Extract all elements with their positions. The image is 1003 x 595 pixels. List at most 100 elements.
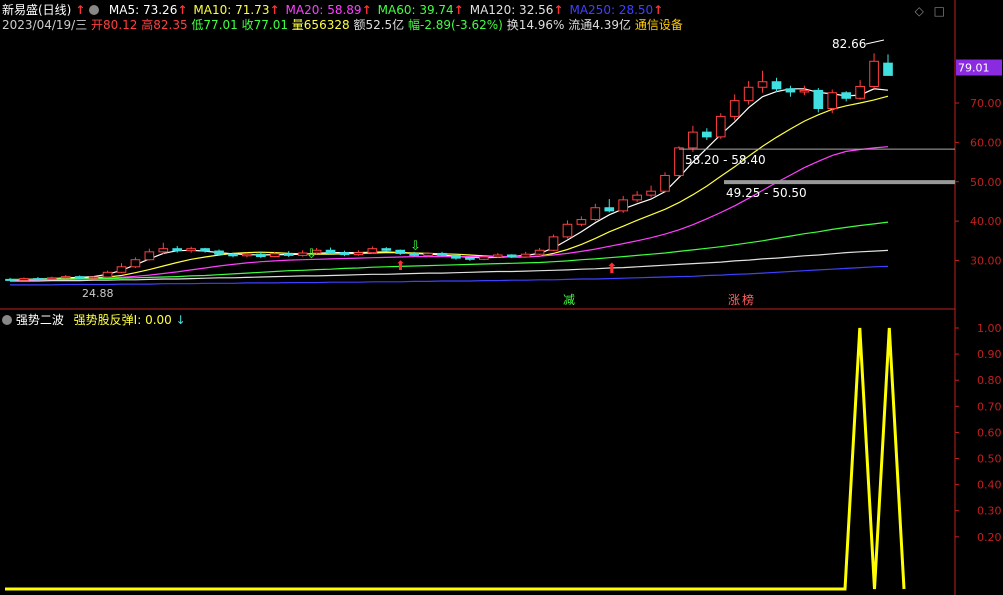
candle-body [576, 219, 587, 225]
diamond-icon[interactable]: ◇ [915, 4, 924, 18]
candle-body [256, 253, 266, 258]
candle-body [367, 248, 378, 254]
candle-body [841, 92, 852, 99]
axis-labels: 30.00 40.00 50.00 60.00 70.00 79.01 0.20 0.30 0.… [955, 59, 1002, 544]
high-price: 高82.35 [141, 18, 188, 32]
ma-up-arrow-icon: ↑ [653, 3, 664, 17]
indicator-header: 强势二波 强势股反弹I: 0.00 ↓ [2, 312, 186, 328]
ma-legend-3: MA60: 39.74 [377, 3, 454, 17]
ma-legend-4: MA120: 32.56 [469, 3, 554, 17]
candle-body [200, 248, 210, 252]
candle-body [883, 62, 893, 76]
ma-legend-0: MA5: 73.26 [108, 3, 178, 17]
info-row: 2023/04/19/三 开80.12 高82.35 低77.01 收77.01… [2, 17, 683, 33]
high-label: 82.66 [832, 37, 866, 51]
indicator-value: 强势股反弹I: 0.00 [73, 313, 172, 327]
candle-body [715, 115, 726, 138]
price-tick-label: 30.00 [970, 255, 1002, 268]
candle-body [813, 89, 824, 110]
indicator-settings-icon[interactable] [2, 315, 12, 325]
high-pointer [865, 39, 885, 45]
candle-body [116, 266, 127, 273]
candle-body [395, 249, 406, 254]
ma-up-arrow-icon: ↑ [553, 3, 564, 17]
candle-body [46, 277, 57, 280]
candle-body [660, 174, 670, 192]
candle-body [19, 278, 29, 281]
ma-legend-5: MA250: 28.50 [569, 3, 654, 17]
candle-body [381, 248, 392, 251]
indicator-tick-label: 0.60 [977, 426, 1002, 439]
low-label: 24.88 [82, 287, 114, 300]
candle-body [423, 252, 433, 256]
candle-body [674, 147, 684, 176]
candle-body [74, 276, 85, 279]
candle-body [757, 81, 768, 88]
header-row: 新易盛(日线) ↑ MA5: 73.26↑ MA10: 71.73↑ MA20: 5… [2, 2, 663, 18]
candle-body [451, 254, 461, 259]
candle-body [88, 276, 99, 279]
ma-up-arrow-icon: ↑ [361, 3, 372, 17]
indicator-lines [5, 327, 906, 591]
candle-body [799, 89, 810, 93]
candle-body [702, 131, 712, 138]
candle-body [520, 253, 531, 258]
candle-body [437, 252, 447, 256]
stock-name[interactable]: 新易盛(日线) [2, 2, 71, 18]
open-price: 开80.12 [91, 18, 138, 32]
chart-canvas: 58.20 - 58.40 49.25 - 50.50 82.66 24.88 减 涨榜 ⇩… [0, 0, 1002, 595]
candle-body [353, 252, 364, 256]
candle-body [465, 257, 475, 260]
candle-body [339, 252, 350, 256]
current-price-label: 79.01 [958, 62, 990, 75]
candle-body [827, 92, 838, 110]
float-shares: 流通4.39亿 [568, 18, 632, 32]
marker-list: 榜 [742, 292, 754, 307]
ma-up-arrow-icon: ↑ [453, 3, 464, 17]
price-tick-label: 60.00 [970, 136, 1002, 149]
candle-body [534, 249, 545, 255]
indicator-tick-label: 0.90 [977, 348, 1002, 361]
marker-reduce: 减 [563, 293, 575, 307]
candle-body [743, 86, 754, 102]
ma-up-arrow-icon: ↑ [269, 3, 280, 17]
amount: 额52.5亿 [353, 18, 405, 32]
candle-body [60, 276, 71, 279]
sell-arrow-icon: ⇩ [306, 247, 317, 262]
maximize-icon[interactable]: □ [934, 4, 945, 18]
sector[interactable]: 通信设备 [635, 17, 683, 33]
candle-body [506, 254, 517, 258]
price-tick-label: 50.00 [970, 176, 1002, 189]
ma-legend-2: MA20: 58.89 [285, 3, 362, 17]
candle-body [283, 253, 294, 256]
candle-body [5, 278, 15, 281]
settings-icon[interactable] [89, 5, 100, 15]
candle-body [688, 131, 698, 149]
price-tick-label: 70.00 [970, 97, 1002, 110]
window-controls: ◇ □ [915, 3, 945, 19]
candle-body [492, 254, 503, 258]
indicator-tick-label: 1.00 [977, 322, 1002, 335]
candle-body [618, 199, 629, 212]
candle-body [855, 85, 865, 99]
indicator-tick-label: 0.30 [977, 505, 1002, 518]
marker-rise: 涨 [728, 292, 740, 307]
candle-body [130, 259, 141, 268]
ma-legend-1: MA10: 71.73 [193, 3, 270, 17]
candle-body [632, 194, 642, 201]
candle-body [269, 253, 280, 258]
candle-body [172, 248, 183, 252]
ma-up-arrow-icon: ↑ [177, 3, 188, 17]
ma-line-ma120 [10, 249, 889, 282]
candle-body [771, 81, 782, 90]
indicator-name[interactable]: 强势二波 [16, 312, 64, 328]
candle-body [590, 207, 601, 221]
buy-arrow-icon: ⬆ [395, 259, 406, 274]
candle-body [869, 60, 879, 87]
volume: 量656328 [291, 18, 350, 32]
band-label-lower: 49.25 - 50.50 [726, 186, 807, 200]
indicator-tick-label: 0.50 [977, 453, 1002, 466]
candle-body [214, 250, 224, 255]
close-price: 收77.01 [241, 18, 288, 32]
candle-body [479, 256, 489, 260]
